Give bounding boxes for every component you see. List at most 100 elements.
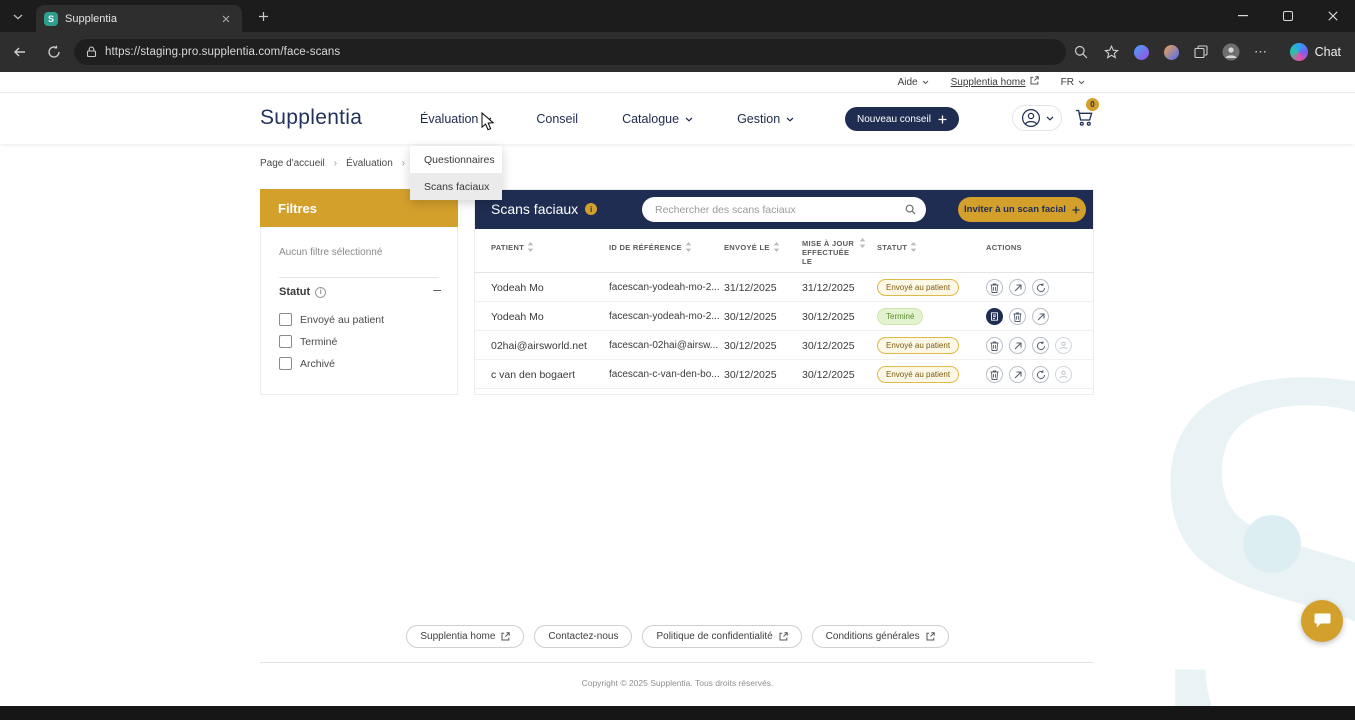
new-tab-button[interactable] [254, 7, 272, 25]
address-bar[interactable]: https://staging.pro.supplentia.com/face-… [74, 39, 1066, 65]
external-link-icon [501, 632, 511, 641]
open-icon [1014, 283, 1022, 292]
footer-link-contactez-nous[interactable]: Contactez-nous [534, 625, 633, 648]
chevron-down-icon [922, 77, 929, 88]
help-menu[interactable]: Aide [898, 77, 929, 88]
open-icon [1037, 312, 1045, 321]
column-header-id-de-reference[interactable]: ID de référence [609, 242, 692, 252]
language-selector[interactable]: FR [1061, 77, 1085, 88]
resend-icon [1036, 282, 1046, 293]
checkbox[interactable] [279, 335, 292, 348]
cell-reference-id: facescan-02hai@airsw... [609, 340, 719, 351]
chat-logo-icon [1289, 43, 1308, 61]
action-open-button[interactable] [1009, 279, 1026, 296]
chat-bubble-icon [1313, 612, 1332, 630]
chat-button[interactable]: Chat [1282, 38, 1349, 66]
cell-actions [986, 331, 1072, 360]
close-button[interactable] [1310, 0, 1355, 32]
column-header-patient[interactable]: Patient [491, 242, 534, 252]
chevron-right-icon: › [333, 158, 338, 169]
breadcrumb-item-evaluation[interactable]: Évaluation [346, 158, 393, 169]
footer-link-supplentia-home[interactable]: Supplentia home [406, 625, 525, 648]
cell-updated-date: 30/12/2025 [802, 368, 855, 381]
panel-title: Scans faciaux i [491, 201, 598, 217]
footer-link-conditions-generales[interactable]: Conditions générales [811, 625, 949, 648]
maximize-button[interactable] [1265, 0, 1310, 32]
profile-avatar-icon[interactable] [1222, 43, 1240, 61]
column-header-envoye-le[interactable]: Envoyé le [724, 242, 780, 252]
utility-bar: Aide Supplentia home FR [0, 72, 1355, 93]
cell-actions [986, 273, 1049, 302]
action-resend-button[interactable] [1032, 366, 1049, 383]
plus-icon [1072, 206, 1080, 214]
nav-item-catalogue[interactable]: Catalogue [622, 112, 693, 126]
action-trash-button[interactable] [986, 366, 1003, 383]
nav-item-conseil[interactable]: Conseil [536, 112, 578, 126]
action-resend-button[interactable] [1032, 279, 1049, 296]
footer-link-politique-de-confidentialite[interactable]: Politique de confidentialité [642, 625, 802, 648]
evaluation-dropdown-menu: Questionnaires Scans faciaux [410, 146, 502, 200]
action-open-button[interactable] [1009, 366, 1026, 383]
action-trash-button[interactable] [1009, 308, 1026, 325]
chevron-down-icon [484, 117, 492, 122]
filter-option-archive[interactable]: Archivé [279, 357, 384, 370]
checkbox[interactable] [279, 313, 292, 326]
refresh-button[interactable] [42, 40, 66, 64]
sort-icon [910, 242, 917, 252]
collections-icon[interactable] [1192, 43, 1210, 61]
column-header-statut[interactable]: Statut [877, 242, 917, 252]
action-report-button[interactable] [986, 308, 1003, 325]
action-resend-button[interactable] [1032, 337, 1049, 354]
search-icon[interactable] [1072, 43, 1090, 61]
action-trash-button[interactable] [986, 279, 1003, 296]
table-row: Yodeah Mo facescan-yodeah-mo-2... 31/12/20… [475, 273, 1093, 302]
dropdown-item-scans-faciaux[interactable]: Scans faciaux [410, 173, 502, 200]
table-header: Patient ID de référence Envoyé le Mise à jo… [475, 229, 1093, 273]
invite-scan-button[interactable]: Inviter à un scan facial [958, 197, 1086, 222]
back-button[interactable] [8, 40, 32, 64]
cell-status: Envoyé au patient [877, 360, 960, 389]
filter-options: Envoyé au patient Terminé Archivé [279, 313, 384, 370]
action-open-button[interactable] [1032, 308, 1049, 325]
search-input[interactable] [642, 203, 905, 216]
cell-actions [986, 302, 1049, 331]
extension-a-icon[interactable] [1132, 43, 1150, 61]
supplentia-home-link[interactable]: Supplentia home [951, 76, 1039, 88]
nouveau-conseil-button[interactable]: Nouveau conseil [845, 107, 959, 131]
favorites-star-icon[interactable] [1102, 43, 1120, 61]
report-icon [990, 312, 999, 321]
cart-badge: 0 [1086, 98, 1099, 111]
tab-close-icon[interactable] [218, 11, 234, 27]
filter-option-termine[interactable]: Terminé [279, 335, 384, 348]
breadcrumb: Page d'accueil › Évaluation › [260, 158, 405, 169]
dropdown-item-questionnaires[interactable]: Questionnaires [410, 146, 502, 173]
account-menu[interactable] [1012, 105, 1062, 131]
page-content: S Aide Supplentia home FR Supplentia Éva… [0, 72, 1355, 706]
collapse-group-button[interactable]: – [433, 281, 441, 297]
filter-option-envoye-au-patient[interactable]: Envoyé au patient [279, 313, 384, 326]
action-open-button[interactable] [1009, 337, 1026, 354]
browser-tab[interactable]: S Supplentia [36, 5, 242, 32]
screen: S Supplentia https://staging.pro.supplen… [0, 0, 1355, 720]
supplentia-logo[interactable]: Supplentia [260, 106, 362, 130]
action-trash-button[interactable] [986, 337, 1003, 354]
action-person-button[interactable] [1055, 337, 1072, 354]
tab-search-button[interactable] [8, 8, 28, 24]
person-icon [1059, 370, 1068, 379]
minimize-button[interactable] [1220, 0, 1265, 32]
breadcrumb-item-page-d-accueil[interactable]: Page d'accueil [260, 158, 325, 169]
more-options-icon[interactable]: ⋯ [1252, 43, 1270, 61]
window-controls [1220, 0, 1355, 32]
nav-item-gestion[interactable]: Gestion [737, 112, 794, 126]
nav-item-evaluation[interactable]: Évaluation [420, 112, 492, 126]
column-header-mise-a-jour-effectuee-le[interactable]: Mise à jour effectuée le [802, 238, 866, 266]
url-text: https://staging.pro.supplentia.com/face-… [105, 46, 341, 58]
action-person-button[interactable] [1055, 366, 1072, 383]
chat-fab-button[interactable] [1301, 600, 1343, 642]
cell-sent-date: 30/12/2025 [724, 310, 777, 323]
checkbox[interactable] [279, 357, 292, 370]
cell-sent-date: 30/12/2025 [724, 339, 777, 352]
extension-b-icon[interactable] [1162, 43, 1180, 61]
status-badge: Envoyé au patient [877, 337, 960, 354]
plus-icon [938, 115, 947, 124]
